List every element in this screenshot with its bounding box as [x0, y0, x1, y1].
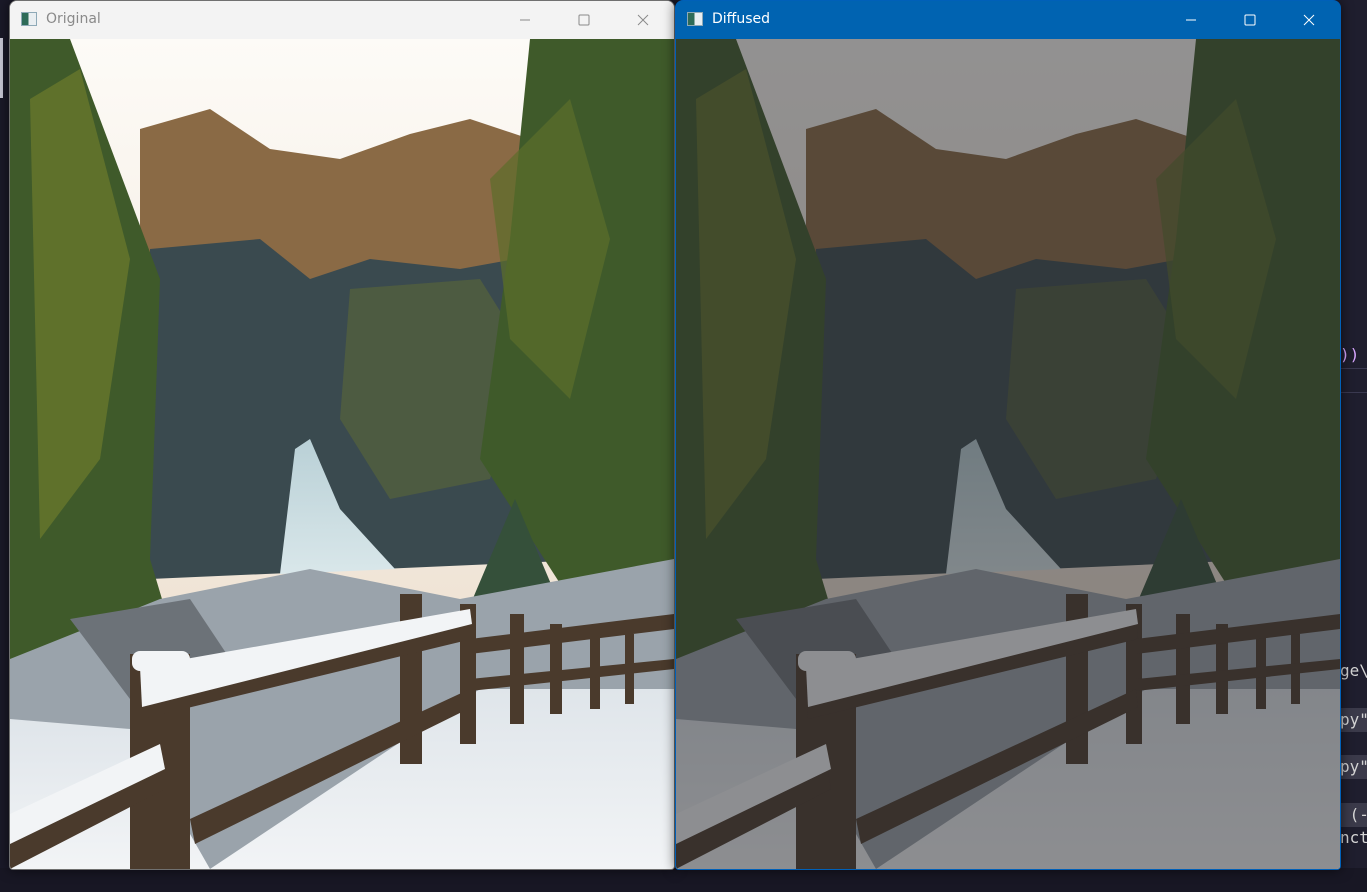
maximize-icon: [578, 14, 590, 26]
fence-post: [1176, 614, 1190, 724]
app-window-icon: [687, 12, 703, 26]
close-button[interactable]: [1280, 1, 1338, 39]
minimize-button[interactable]: [1162, 1, 1220, 39]
window-title: Original: [46, 11, 101, 27]
minimize-button[interactable]: [496, 1, 554, 39]
code-line[interactable]: (-: [1340, 805, 1367, 824]
editor-divider: [1340, 392, 1367, 393]
close-icon: [637, 14, 649, 26]
code-line[interactable]: nct: [1340, 828, 1367, 847]
code-line[interactable]: )): [1340, 345, 1367, 364]
app-window-icon: [21, 12, 37, 26]
scene-image: [10, 39, 674, 869]
minimize-icon: [520, 19, 530, 21]
minimize-icon: [1186, 19, 1196, 21]
code-line[interactable]: py": [1340, 710, 1367, 729]
code-line[interactable]: py": [1340, 757, 1367, 776]
editor-divider: [1340, 368, 1367, 369]
snow-on-post: [132, 651, 190, 671]
fence-post: [510, 614, 524, 724]
maximize-button[interactable]: [555, 1, 613, 39]
close-icon: [1303, 14, 1315, 26]
maximize-icon: [1244, 14, 1256, 26]
snow-on-post: [798, 651, 856, 671]
titlebar[interactable]: Diffused: [676, 1, 1340, 39]
close-button[interactable]: [614, 1, 672, 39]
diffused-window[interactable]: Diffused: [675, 0, 1341, 870]
scene-image: [676, 39, 1340, 869]
status-bar: [0, 868, 1367, 892]
titlebar[interactable]: Original: [10, 1, 674, 39]
maximize-button[interactable]: [1221, 1, 1279, 39]
code-line[interactable]: ge\: [1340, 661, 1367, 680]
original-window[interactable]: Original: [9, 0, 675, 870]
window-title: Diffused: [712, 11, 770, 27]
active-indicator: [0, 38, 3, 98]
image-canvas[interactable]: [10, 39, 674, 869]
image-canvas[interactable]: [676, 39, 1340, 869]
